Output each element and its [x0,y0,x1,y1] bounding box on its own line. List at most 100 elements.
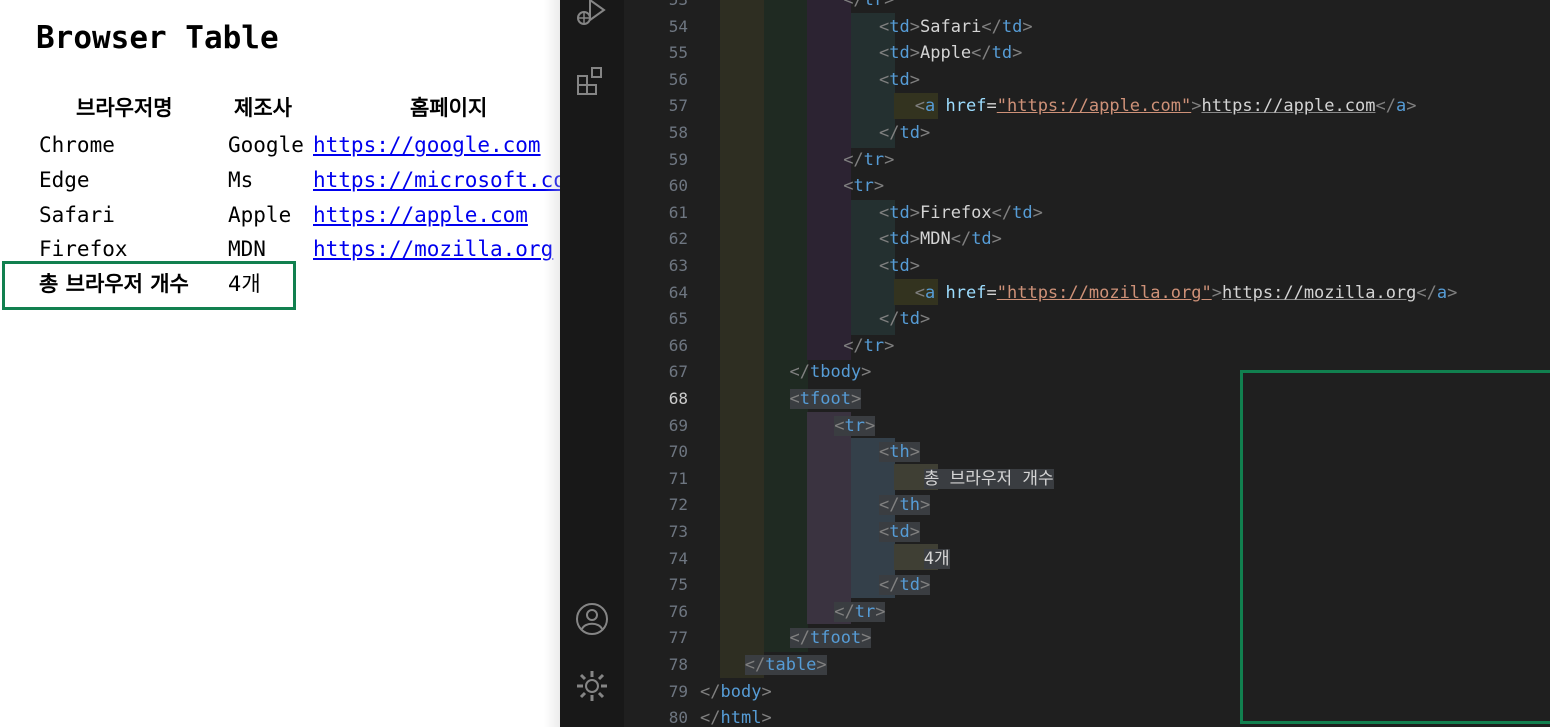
code-line[interactable]: </table> [744,652,827,678]
code-line[interactable]: <a href="https://apple.com">https://appl… [915,93,1417,119]
code-token: td [1012,202,1033,223]
code-line[interactable]: <td>Apple</td> [879,40,1022,66]
code-token: </ [879,575,900,596]
code-token: > [873,176,885,197]
code-line[interactable]: <td> [879,253,920,279]
code-token: > [991,229,1002,250]
code-token: < [834,415,845,436]
code-line[interactable]: </th> [879,492,931,518]
line-number: 72 [668,495,688,515]
line-number: 61 [668,202,688,222]
code-token: < [789,389,800,409]
code-line[interactable]: <td>Firefox</td> [879,200,1043,226]
code-token: </tr> [843,150,894,170]
code-line[interactable]: </tr> [834,599,886,625]
code-token: > [1406,96,1417,117]
code-line[interactable]: <td> [879,519,920,545]
code-line[interactable]: <td>MDN</td> [879,226,1002,252]
code-line[interactable]: </tr> [843,333,894,359]
code-token: <td> [879,522,920,542]
code-line[interactable]: <tfoot> [789,386,862,412]
code-token: <a href="https://mozilla.org">https://mo… [915,283,1458,303]
table-row-maker: Apple [228,203,292,227]
code-token: MDN [919,229,951,250]
line-number: 53 [628,0,688,13]
code-token: "https://mozilla.org" [996,282,1212,303]
code-line[interactable]: </tr> [843,0,894,13]
table-row-name: Edge [39,168,90,192]
code-line[interactable]: </td> [879,306,930,332]
code-token: > [919,309,931,330]
code-line[interactable]: 총 브라우저 개수 [923,466,1054,492]
code-line[interactable]: <th> [879,439,920,465]
code-line[interactable]: </html> [700,705,772,727]
code-token: > [909,256,920,276]
code-token: a [925,282,936,303]
code-token: td [899,123,920,143]
line-number: 76 [668,601,688,621]
code-token: > [909,16,920,37]
table-row-homepage-link[interactable]: https://mozilla.org [313,235,553,263]
table-row-maker: Google [228,133,304,157]
code-token: > [909,442,920,463]
code-line[interactable]: <tr> [843,173,884,199]
code-token: href [945,96,987,117]
code-token: th [889,442,910,463]
code-token: <tfoot> [789,389,862,409]
code-token: > [875,601,886,622]
code-token: <td> [879,256,920,276]
code-line[interactable]: <tr> [834,413,876,439]
code-token: < [879,442,890,463]
code-token: < [914,282,926,303]
code-token: 총 브라우저 개수 [923,468,1054,489]
code-token: tr [863,149,885,170]
code-token: tr [844,415,865,436]
code-token: tfoot [809,628,862,649]
code-line[interactable]: </tfoot> [789,625,872,651]
code-token: < [879,43,890,64]
activity-bar [560,0,624,727]
code-token: > [1211,282,1222,303]
code-token: </td> [879,309,930,329]
code-line[interactable]: </tbody> [790,359,872,385]
line-number: 54 [668,16,688,36]
code-line[interactable]: </body> [700,679,772,705]
line-number: 73 [668,522,688,541]
code-line[interactable]: 4개 [923,546,950,572]
column-header-maker: 제조사 [234,96,292,120]
code-token: </tr> [834,601,886,622]
code-token: td [889,202,910,223]
indent-guide-1 [720,0,764,678]
table-row-homepage-link[interactable]: https://apple.com [313,201,528,229]
code-token: td [899,575,920,596]
table-row-homepage-link[interactable]: https://microsoft.com [313,166,560,194]
code-token: < [879,16,890,37]
settings-gear-icon[interactable] [574,668,610,704]
code-token: > [1022,16,1033,37]
code-token: > [1191,96,1202,117]
line-number: 77 [668,628,688,648]
code-token: Safari [919,16,982,37]
line-number: 79 [668,681,688,701]
line-number: 63 [668,256,688,275]
code-token: Firefox [919,202,992,223]
extensions-icon[interactable] [574,64,610,100]
code-line[interactable]: </td> [879,572,931,598]
code-line[interactable]: </td> [879,120,930,146]
code-token: > [864,415,876,436]
indent-guide-3b [807,412,851,624]
code-token: </ [950,229,972,250]
code-token: > [884,149,895,170]
code-line[interactable]: <a href="https://mozilla.org">https://mo… [915,280,1458,306]
code-line[interactable]: <td>Safari</td> [879,14,1033,40]
account-icon[interactable] [574,601,610,637]
table-row-maker: Ms [228,168,254,192]
code-line[interactable]: </tr> [843,147,894,173]
code-token: > [909,43,920,64]
run-debug-icon[interactable] [574,0,610,32]
code-token: a [1395,96,1407,117]
code-line[interactable]: <td> [879,67,920,93]
table-row-homepage-link[interactable]: https://google.com [313,131,541,159]
code-token: https://mozilla.org [1221,282,1417,303]
code-token: > [816,655,827,675]
